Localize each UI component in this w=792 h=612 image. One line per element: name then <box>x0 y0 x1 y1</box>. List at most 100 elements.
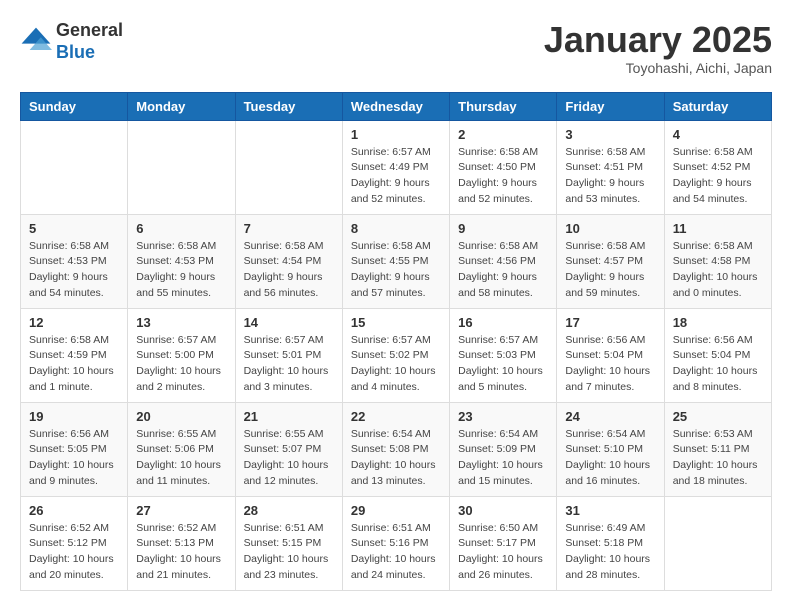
day-info: Sunrise: 6:54 AMSunset: 5:10 PMDaylight:… <box>565 427 655 490</box>
table-row <box>21 120 128 214</box>
day-number: 11 <box>673 221 763 236</box>
table-row: 7 Sunrise: 6:58 AMSunset: 4:54 PMDaylight… <box>235 214 342 308</box>
table-row: 28Sunrise: 6:51 AMSunset: 5:15 PMDayligh… <box>235 496 342 590</box>
day-number: 7 <box>244 221 334 236</box>
day-info: Sunrise: 6:58 AMSunset: 4:56 PMDaylight:… <box>458 239 548 302</box>
day-info: Sunrise: 6:58 AMSunset: 4:53 PMDaylight:… <box>136 239 226 302</box>
header-monday: Monday <box>128 92 235 120</box>
day-number: 31 <box>565 503 655 518</box>
table-row: 5Sunrise: 6:58 AMSunset: 4:53 PMDaylight… <box>21 214 128 308</box>
header-sunday: Sunday <box>21 92 128 120</box>
day-number: 15 <box>351 315 441 330</box>
day-info: Sunrise: 6:58 AMSunset: 4:50 PMDaylight:… <box>458 145 548 208</box>
calendar-header: Sunday Monday Tuesday Wednesday Thursday… <box>21 92 772 120</box>
day-number: 18 <box>673 315 763 330</box>
day-number: 10 <box>565 221 655 236</box>
table-row: 20 Sunrise: 6:55 AMSunset: 5:06 PMDayligh… <box>128 402 235 496</box>
day-info: Sunrise: 6:57 AMSunset: 4:49 PMDaylight:… <box>351 145 441 208</box>
day-number: 16 <box>458 315 548 330</box>
table-row: 23 Sunrise: 6:54 AMSunset: 5:09 PMDayligh… <box>450 402 557 496</box>
header-tuesday: Tuesday <box>235 92 342 120</box>
day-number: 20 <box>136 409 226 424</box>
day-info: Sunrise: 6:58 AMSunset: 4:59 PMDaylight:… <box>29 333 119 396</box>
day-number: 3 <box>565 127 655 142</box>
day-info: Sunrise: 6:54 AMSunset: 5:08 PMDaylight:… <box>351 427 441 490</box>
table-row: 25 Sunrise: 6:53 AMSunset: 5:11 PMDayligh… <box>664 402 771 496</box>
day-info: Sunrise: 6:58 AMSunset: 4:51 PMDaylight:… <box>565 145 655 208</box>
day-number: 24 <box>565 409 655 424</box>
table-row: 11 Sunrise: 6:58 AMSunset: 4:58 PMDayligh… <box>664 214 771 308</box>
week-row-4: 19Sunrise: 6:56 AMSunset: 5:05 PMDayligh… <box>21 402 772 496</box>
table-row: 18Sunrise: 6:56 AMSunset: 5:04 PMDayligh… <box>664 308 771 402</box>
day-info: Sunrise: 6:55 AMSunset: 5:07 PMDaylight:… <box>244 427 334 490</box>
day-number: 29 <box>351 503 441 518</box>
day-number: 9 <box>458 221 548 236</box>
day-info: Sunrise: 6:51 AMSunset: 5:15 PMDaylight:… <box>244 521 334 584</box>
day-info: Sunrise: 6:57 AMSunset: 5:01 PMDaylight:… <box>244 333 334 396</box>
day-number: 27 <box>136 503 226 518</box>
day-number: 25 <box>673 409 763 424</box>
day-number: 22 <box>351 409 441 424</box>
table-row: 10 Sunrise: 6:58 AMSunset: 4:57 PMDayligh… <box>557 214 664 308</box>
table-row: 29Sunrise: 6:51 AMSunset: 5:16 PMDayligh… <box>342 496 449 590</box>
table-row <box>235 120 342 214</box>
day-info: Sunrise: 6:58 AMSunset: 4:55 PMDaylight:… <box>351 239 441 302</box>
day-info: Sunrise: 6:56 AMSunset: 5:04 PMDaylight:… <box>565 333 655 396</box>
week-row-1: 1Sunrise: 6:57 AMSunset: 4:49 PMDaylight… <box>21 120 772 214</box>
day-number: 21 <box>244 409 334 424</box>
day-number: 12 <box>29 315 119 330</box>
header-saturday: Saturday <box>664 92 771 120</box>
day-info: Sunrise: 6:54 AMSunset: 5:09 PMDaylight:… <box>458 427 548 490</box>
day-info: Sunrise: 6:49 AMSunset: 5:18 PMDaylight:… <box>565 521 655 584</box>
day-info: Sunrise: 6:58 AMSunset: 4:58 PMDaylight:… <box>673 239 763 302</box>
location-subtitle: Toyohashi, Aichi, Japan <box>544 60 772 76</box>
week-row-5: 26Sunrise: 6:52 AMSunset: 5:12 PMDayligh… <box>21 496 772 590</box>
header-wednesday: Wednesday <box>342 92 449 120</box>
table-row: 9 Sunrise: 6:58 AMSunset: 4:56 PMDaylight… <box>450 214 557 308</box>
day-number: 13 <box>136 315 226 330</box>
day-info: Sunrise: 6:57 AMSunset: 5:00 PMDaylight:… <box>136 333 226 396</box>
day-info: Sunrise: 6:53 AMSunset: 5:11 PMDaylight:… <box>673 427 763 490</box>
day-info: Sunrise: 6:58 AMSunset: 4:54 PMDaylight:… <box>244 239 334 302</box>
day-info: Sunrise: 6:58 AMSunset: 4:57 PMDaylight:… <box>565 239 655 302</box>
month-title: January 2025 <box>544 20 772 60</box>
day-info: Sunrise: 6:52 AMSunset: 5:13 PMDaylight:… <box>136 521 226 584</box>
day-info: Sunrise: 6:52 AMSunset: 5:12 PMDaylight:… <box>29 521 119 584</box>
day-info: Sunrise: 6:57 AMSunset: 5:03 PMDaylight:… <box>458 333 548 396</box>
header-row: Sunday Monday Tuesday Wednesday Thursday… <box>21 92 772 120</box>
week-row-2: 5Sunrise: 6:58 AMSunset: 4:53 PMDaylight… <box>21 214 772 308</box>
title-section: January 2025 Toyohashi, Aichi, Japan <box>544 20 772 76</box>
day-number: 17 <box>565 315 655 330</box>
table-row: 2 Sunrise: 6:58 AMSunset: 4:50 PMDaylight… <box>450 120 557 214</box>
day-number: 23 <box>458 409 548 424</box>
table-row: 8Sunrise: 6:58 AMSunset: 4:55 PMDaylight… <box>342 214 449 308</box>
calendar-body: 1Sunrise: 6:57 AMSunset: 4:49 PMDaylight… <box>21 120 772 590</box>
day-number: 4 <box>673 127 763 142</box>
day-info: Sunrise: 6:57 AMSunset: 5:02 PMDaylight:… <box>351 333 441 396</box>
table-row: 6Sunrise: 6:58 AMSunset: 4:53 PMDaylight… <box>128 214 235 308</box>
day-info: Sunrise: 6:50 AMSunset: 5:17 PMDaylight:… <box>458 521 548 584</box>
day-info: Sunrise: 6:55 AMSunset: 5:06 PMDaylight:… <box>136 427 226 490</box>
logo-blue-text: Blue <box>56 42 123 64</box>
table-row: 1Sunrise: 6:57 AMSunset: 4:49 PMDaylight… <box>342 120 449 214</box>
table-row: 3 Sunrise: 6:58 AMSunset: 4:51 PMDaylight… <box>557 120 664 214</box>
table-row: 27 Sunrise: 6:52 AMSunset: 5:13 PMDayligh… <box>128 496 235 590</box>
table-row: 16 Sunrise: 6:57 AMSunset: 5:03 PMDayligh… <box>450 308 557 402</box>
table-row: 15 Sunrise: 6:57 AMSunset: 5:02 PMDayligh… <box>342 308 449 402</box>
table-row: 24 Sunrise: 6:54 AMSunset: 5:10 PMDayligh… <box>557 402 664 496</box>
logo-icon <box>20 26 52 58</box>
table-row: 13 Sunrise: 6:57 AMSunset: 5:00 PMDayligh… <box>128 308 235 402</box>
header-thursday: Thursday <box>450 92 557 120</box>
day-info: Sunrise: 6:56 AMSunset: 5:05 PMDaylight:… <box>29 427 119 490</box>
table-row: 14 Sunrise: 6:57 AMSunset: 5:01 PMDayligh… <box>235 308 342 402</box>
table-row: 31 Sunrise: 6:49 AMSunset: 5:18 PMDayligh… <box>557 496 664 590</box>
table-row: 22 Sunrise: 6:54 AMSunset: 5:08 PMDayligh… <box>342 402 449 496</box>
day-number: 14 <box>244 315 334 330</box>
day-number: 30 <box>458 503 548 518</box>
logo: General Blue <box>20 20 123 63</box>
table-row <box>664 496 771 590</box>
page-header: General Blue January 2025 Toyohashi, Aic… <box>20 20 772 76</box>
table-row: 21 Sunrise: 6:55 AMSunset: 5:07 PMDayligh… <box>235 402 342 496</box>
day-info: Sunrise: 6:58 AMSunset: 4:52 PMDaylight:… <box>673 145 763 208</box>
day-number: 2 <box>458 127 548 142</box>
